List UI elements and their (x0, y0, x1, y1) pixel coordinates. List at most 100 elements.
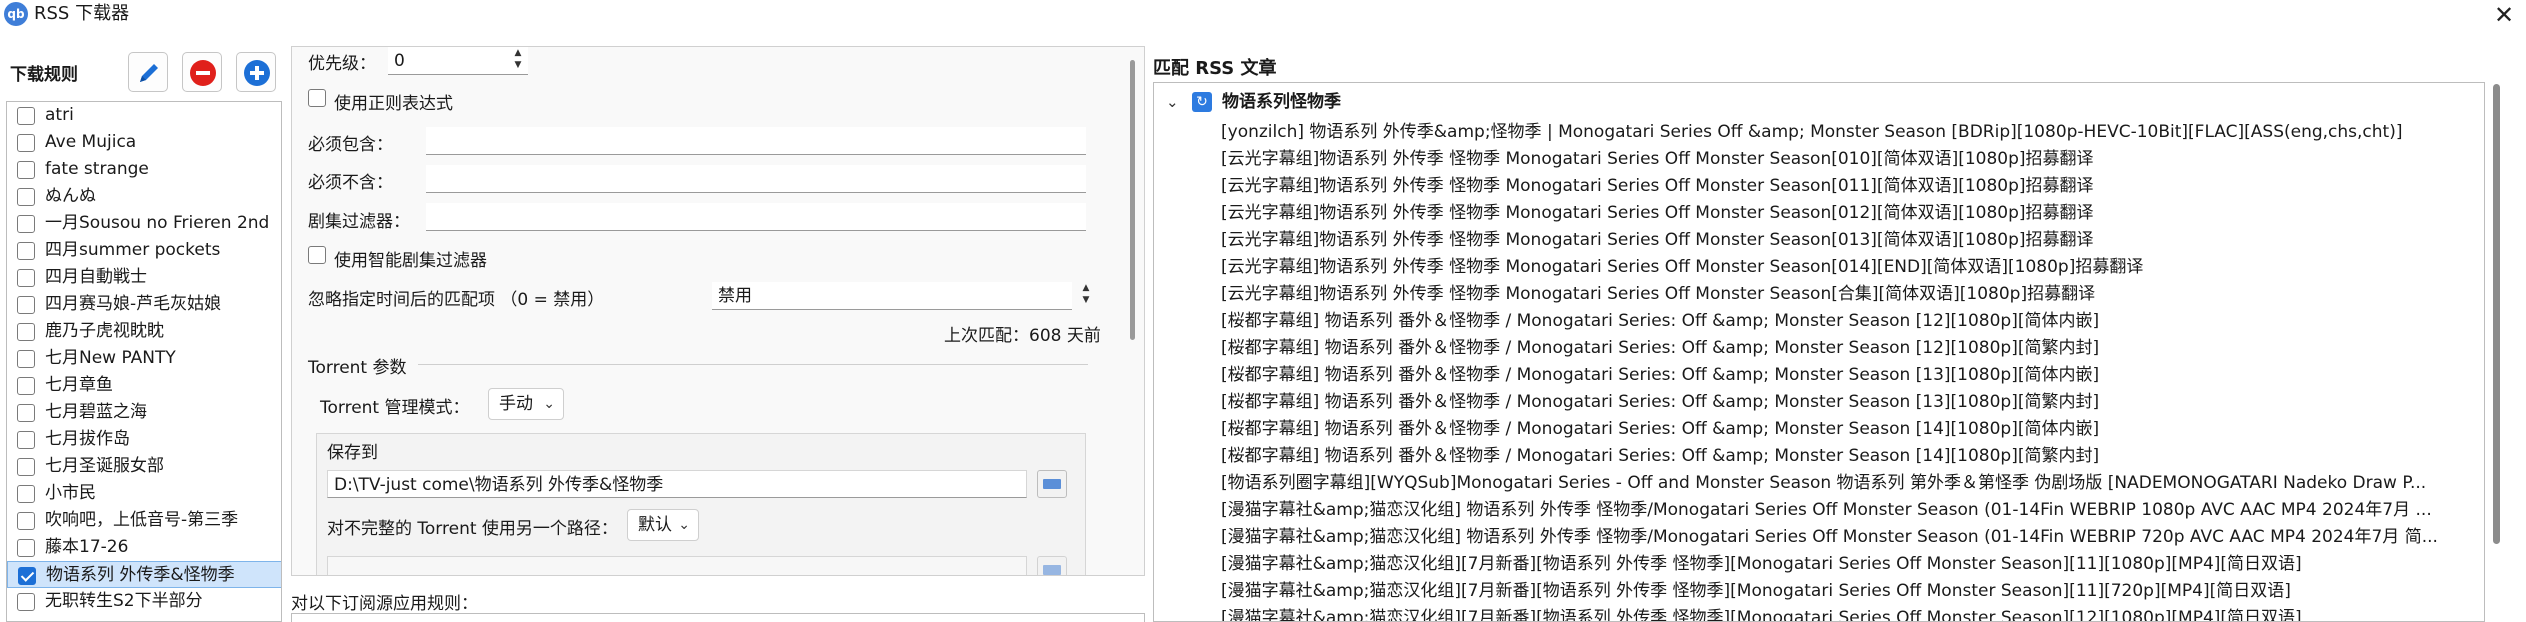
rule-item[interactable]: 四月summer pockets (7, 237, 281, 264)
rule-checkbox[interactable] (17, 593, 35, 611)
article-item[interactable]: [漫猫字幕社&amp;猫恋汉化组] 物语系列 外传季 怪物季/Monogatar… (1221, 497, 2481, 524)
ignore-days-input[interactable]: 禁用 (712, 282, 1072, 310)
add-rule-button[interactable] (236, 52, 276, 92)
rule-item[interactable]: fate strange (7, 156, 281, 183)
rule-checkbox[interactable] (17, 485, 35, 503)
article-item[interactable]: [桜都字幕组] 物语系列 番外＆怪物季 / Monogatari Series:… (1221, 335, 2481, 362)
article-item[interactable]: [漫猫字幕社&amp;猫恋汉化组][7月新番][物语系列 外传季 怪物季][Mo… (1221, 605, 2481, 621)
priority-input[interactable]: 0 (388, 47, 528, 75)
rule-item[interactable]: atri (7, 102, 281, 129)
rule-item[interactable]: 物语系列 外传季&怪物季 (7, 561, 281, 588)
use-regex-checkbox[interactable] (308, 89, 326, 107)
rule-item[interactable]: 无职转生S2下半部分 (7, 588, 281, 615)
article-item[interactable]: [云光字幕组]物语系列 外传季 怪物季 Monogatari Series Of… (1221, 281, 2481, 308)
rule-checkbox[interactable] (17, 296, 35, 314)
spin-up-icon[interactable]: ▲ (1078, 282, 1094, 294)
article-item[interactable]: [yonzilch] 物语系列 外传季&amp;怪物季 | Monogatari… (1221, 119, 2481, 146)
save-path-input[interactable]: D:\TV-just come\物语系列 外传季&怪物季 (327, 470, 1027, 498)
rule-label: 无职转生S2下半部分 (45, 591, 203, 611)
minus-circle-icon (190, 60, 216, 86)
rule-checkbox[interactable] (17, 107, 35, 125)
close-button[interactable]: ✕ (2482, 0, 2526, 30)
rule-checkbox[interactable] (17, 350, 35, 368)
rule-list[interactable]: atri Ave Mujica fate strange ぬんぬ一月Sousou no… (6, 101, 282, 622)
article-item[interactable]: [云光字幕组]物语系列 外传季 怪物季 Monogatari Series Of… (1221, 200, 2481, 227)
spin-down-icon[interactable]: ▼ (510, 59, 526, 71)
rule-checkbox[interactable] (17, 242, 35, 260)
torrent-params-label: Torrent 参数 (308, 358, 407, 378)
rule-checkbox[interactable] (17, 431, 35, 449)
article-item[interactable]: [物语系列圈字幕组][WYQSub]Monogatari Series - Of… (1221, 470, 2481, 497)
incomplete-path-input[interactable] (327, 556, 1027, 575)
rule-item[interactable]: 四月自動戦士 (7, 264, 281, 291)
rule-item[interactable]: 吹响吧，上低音号-第三季 (7, 507, 281, 534)
remove-rule-button[interactable] (182, 52, 222, 92)
rule-item[interactable]: 四月赛马娘-芦毛灰姑娘 (7, 291, 281, 318)
must-contain-input[interactable] (426, 127, 1086, 155)
rule-item[interactable]: 七月圣诞服女部 (7, 453, 281, 480)
article-item[interactable]: [漫猫字幕社&amp;猫恋汉化组] 物语系列 外传季 怪物季/Monogatar… (1221, 524, 2481, 551)
rule-item[interactable]: 一月Sousou no Frieren 2nd (7, 210, 281, 237)
rule-label: ぬんぬ (45, 186, 96, 206)
rule-item[interactable]: 七月章鱼 (7, 372, 281, 399)
episode-filter-input[interactable] (426, 203, 1086, 231)
rule-checkbox[interactable] (17, 512, 35, 530)
rule-label: 藤本17-26 (45, 537, 129, 557)
rule-checkbox[interactable] (17, 377, 35, 395)
browse-incomplete-button[interactable] (1037, 556, 1067, 575)
edit-rule-button[interactable] (128, 52, 168, 92)
feeds-list[interactable] (291, 613, 1145, 622)
article-item[interactable]: [云光字幕组]物语系列 外传季 怪物季 Monogatari Series Of… (1221, 254, 2481, 281)
matched-articles-tree[interactable]: ⌄ ↻ 物语系列怪物季 [yonzilch] 物语系列 外传季&amp;怪物季 … (1153, 82, 2485, 622)
rule-checkbox[interactable] (17, 404, 35, 422)
spin-up-icon[interactable]: ▲ (510, 47, 526, 59)
rule-item[interactable]: 七月New PANTY (7, 345, 281, 372)
rule-checkbox[interactable] (17, 269, 35, 287)
rule-item[interactable]: 七月碧蓝之海 (7, 399, 281, 426)
settings-scrollbar[interactable] (1130, 60, 1135, 340)
incomplete-path-select[interactable]: 默认 ⌄ (627, 509, 699, 541)
rule-checkbox[interactable] (17, 458, 35, 476)
smart-filter-checkbox[interactable] (308, 246, 326, 264)
must-not-contain-input[interactable] (426, 165, 1086, 193)
rule-item[interactable]: Ave Mujica (7, 129, 281, 156)
last-match-text: 上次匹配：608 天前 (944, 326, 1101, 346)
rule-item[interactable]: 小市民 (7, 480, 281, 507)
rss-feed-icon: ↻ (1192, 92, 1212, 112)
article-item[interactable]: [云光字幕组]物语系列 外传季 怪物季 Monogatari Series Of… (1221, 173, 2481, 200)
spin-down-icon[interactable]: ▼ (1078, 294, 1094, 306)
article-item[interactable]: [桜都字幕组] 物语系列 番外＆怪物季 / Monogatari Series:… (1221, 416, 2481, 443)
window-title: RSS 下载器 (34, 3, 130, 24)
rule-item[interactable]: 藤本17-26 (7, 534, 281, 561)
save-to-group: 保存到 D:\TV-just come\物语系列 外传季&怪物季 对不完整的 T… (316, 433, 1086, 575)
rule-label: 四月自動戦士 (45, 267, 147, 287)
torrent-mode-select[interactable]: 手动 ⌄ (488, 388, 564, 420)
article-item[interactable]: [桜都字幕组] 物语系列 番外＆怪物季 / Monogatari Series:… (1221, 443, 2481, 470)
rule-checkbox[interactable] (17, 188, 35, 206)
article-item[interactable]: [桜都字幕组] 物语系列 番外＆怪物季 / Monogatari Series:… (1221, 389, 2481, 416)
article-item[interactable]: [桜都字幕组] 物语系列 番外＆怪物季 / Monogatari Series:… (1221, 362, 2481, 389)
article-item[interactable]: [漫猫字幕社&amp;猫恋汉化组][7月新番][物语系列 外传季 怪物季][Mo… (1221, 578, 2481, 605)
priority-spinner[interactable]: ▲ ▼ (510, 47, 526, 75)
browse-folder-button[interactable] (1037, 470, 1067, 498)
rule-label: 七月圣诞服女部 (45, 456, 164, 476)
rule-checkbox[interactable] (17, 539, 35, 557)
rule-checkbox[interactable] (17, 215, 35, 233)
rule-checkbox[interactable] (17, 323, 35, 341)
article-item[interactable]: [桜都字幕组] 物语系列 番外＆怪物季 / Monogatari Series:… (1221, 308, 2481, 335)
rule-item[interactable]: ぬんぬ (7, 183, 281, 210)
article-item[interactable]: [云光字幕组]物语系列 外传季 怪物季 Monogatari Series Of… (1221, 146, 2481, 173)
article-item[interactable]: [漫猫字幕社&amp;猫恋汉化组][7月新番][物语系列 外传季 怪物季][Mo… (1221, 551, 2481, 578)
article-item[interactable]: [云光字幕组]物语系列 外传季 怪物季 Monogatari Series Of… (1221, 227, 2481, 254)
rule-item[interactable]: 七月拔作岛 (7, 426, 281, 453)
rule-label: Ave Mujica (45, 132, 137, 152)
rule-checkbox[interactable] (17, 134, 35, 152)
rule-item[interactable]: 鹿乃子虎视眈眈 (7, 318, 281, 345)
rule-checkbox[interactable] (18, 567, 36, 585)
use-regex-label: 使用正则表达式 (334, 94, 453, 114)
priority-label: 优先级： (308, 54, 376, 74)
articles-scrollbar[interactable] (2493, 84, 2500, 544)
chevron-down-icon[interactable]: ⌄ (1166, 89, 1179, 115)
ignore-days-spinner[interactable]: ▲ ▼ (1078, 282, 1094, 310)
rule-checkbox[interactable] (17, 161, 35, 179)
